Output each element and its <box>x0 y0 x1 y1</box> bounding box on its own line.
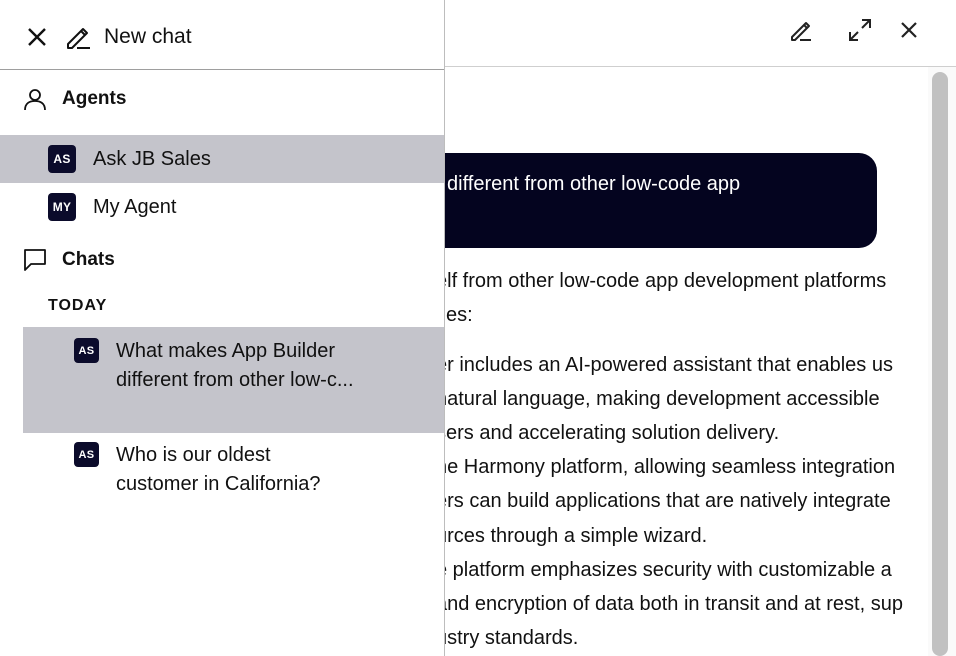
close-sidebar-button[interactable] <box>22 22 52 52</box>
agent-name: Ask JB Sales <box>93 147 211 170</box>
agents-title: Agents <box>62 88 127 109</box>
sidebar-header: New chat <box>0 0 444 70</box>
pencil-icon <box>791 22 811 41</box>
chat-item[interactable]: AS What makes App Builder different from… <box>23 327 444 433</box>
chats-title: Chats <box>62 249 115 270</box>
close-icon <box>28 28 46 46</box>
reply-line: ustry standards. <box>445 627 579 649</box>
chat-header <box>445 0 956 67</box>
user-message-bubble: different from other low-code app <box>445 153 877 248</box>
agent-avatar: MY <box>48 193 76 221</box>
reply-line: sers and accelerating solution delivery. <box>445 422 780 444</box>
chat-avatar: AS <box>74 338 99 363</box>
reply-line: he Harmony platform, allowing seamless i… <box>445 456 896 478</box>
reply-line: natural language, making development acc… <box>445 388 880 410</box>
close-chat-button[interactable] <box>893 14 925 46</box>
sidebar: New chat Agents AS Ask JB Sales MY My Ag… <box>0 0 445 656</box>
agent-item-ask-jb-sales[interactable]: AS Ask JB Sales <box>0 135 444 183</box>
chat-transcript: different from other low-code app elf fr… <box>445 67 956 656</box>
reply-line: and encryption of data both in transit a… <box>445 593 903 615</box>
expand-button[interactable] <box>844 14 876 46</box>
scrollbar-thumb[interactable] <box>932 72 948 656</box>
reply-line: ties: <box>445 304 473 326</box>
pencil-icon <box>67 28 90 49</box>
chat-bubble-icon <box>24 249 46 271</box>
reply-line: e platform emphasizes security with cust… <box>445 559 892 581</box>
new-chat-label: New chat <box>104 25 192 48</box>
reply-line: ers can build applications that are nati… <box>445 490 891 512</box>
chat-avatar: AS <box>74 442 99 467</box>
chat-title: What makes App Builder different from ot… <box>116 340 354 391</box>
close-icon <box>901 22 917 38</box>
chats-section-title: Chats <box>22 247 115 273</box>
reply-line: urces through a simple wizard. <box>445 525 708 547</box>
agents-section-title: Agents <box>22 86 126 112</box>
agent-avatar: AS <box>48 145 76 173</box>
chat-title: Who is our oldest customer in California… <box>116 444 321 495</box>
reply-line: elf from other low-code app development … <box>445 270 887 292</box>
chat-group-label: TODAY <box>48 297 108 314</box>
person-icon <box>24 89 46 111</box>
user-message-text: different from other low-code app <box>447 173 741 195</box>
new-chat-button[interactable]: New chat <box>64 20 192 54</box>
agent-name: My Agent <box>93 195 177 218</box>
agent-item-my-agent[interactable]: MY My Agent <box>0 183 444 231</box>
chat-item[interactable]: AS Who is our oldest customer in Califor… <box>23 433 444 513</box>
edit-button[interactable] <box>785 14 817 46</box>
reply-line: er includes an AI-powered assistant that… <box>445 354 893 376</box>
expand-icon <box>849 19 871 41</box>
